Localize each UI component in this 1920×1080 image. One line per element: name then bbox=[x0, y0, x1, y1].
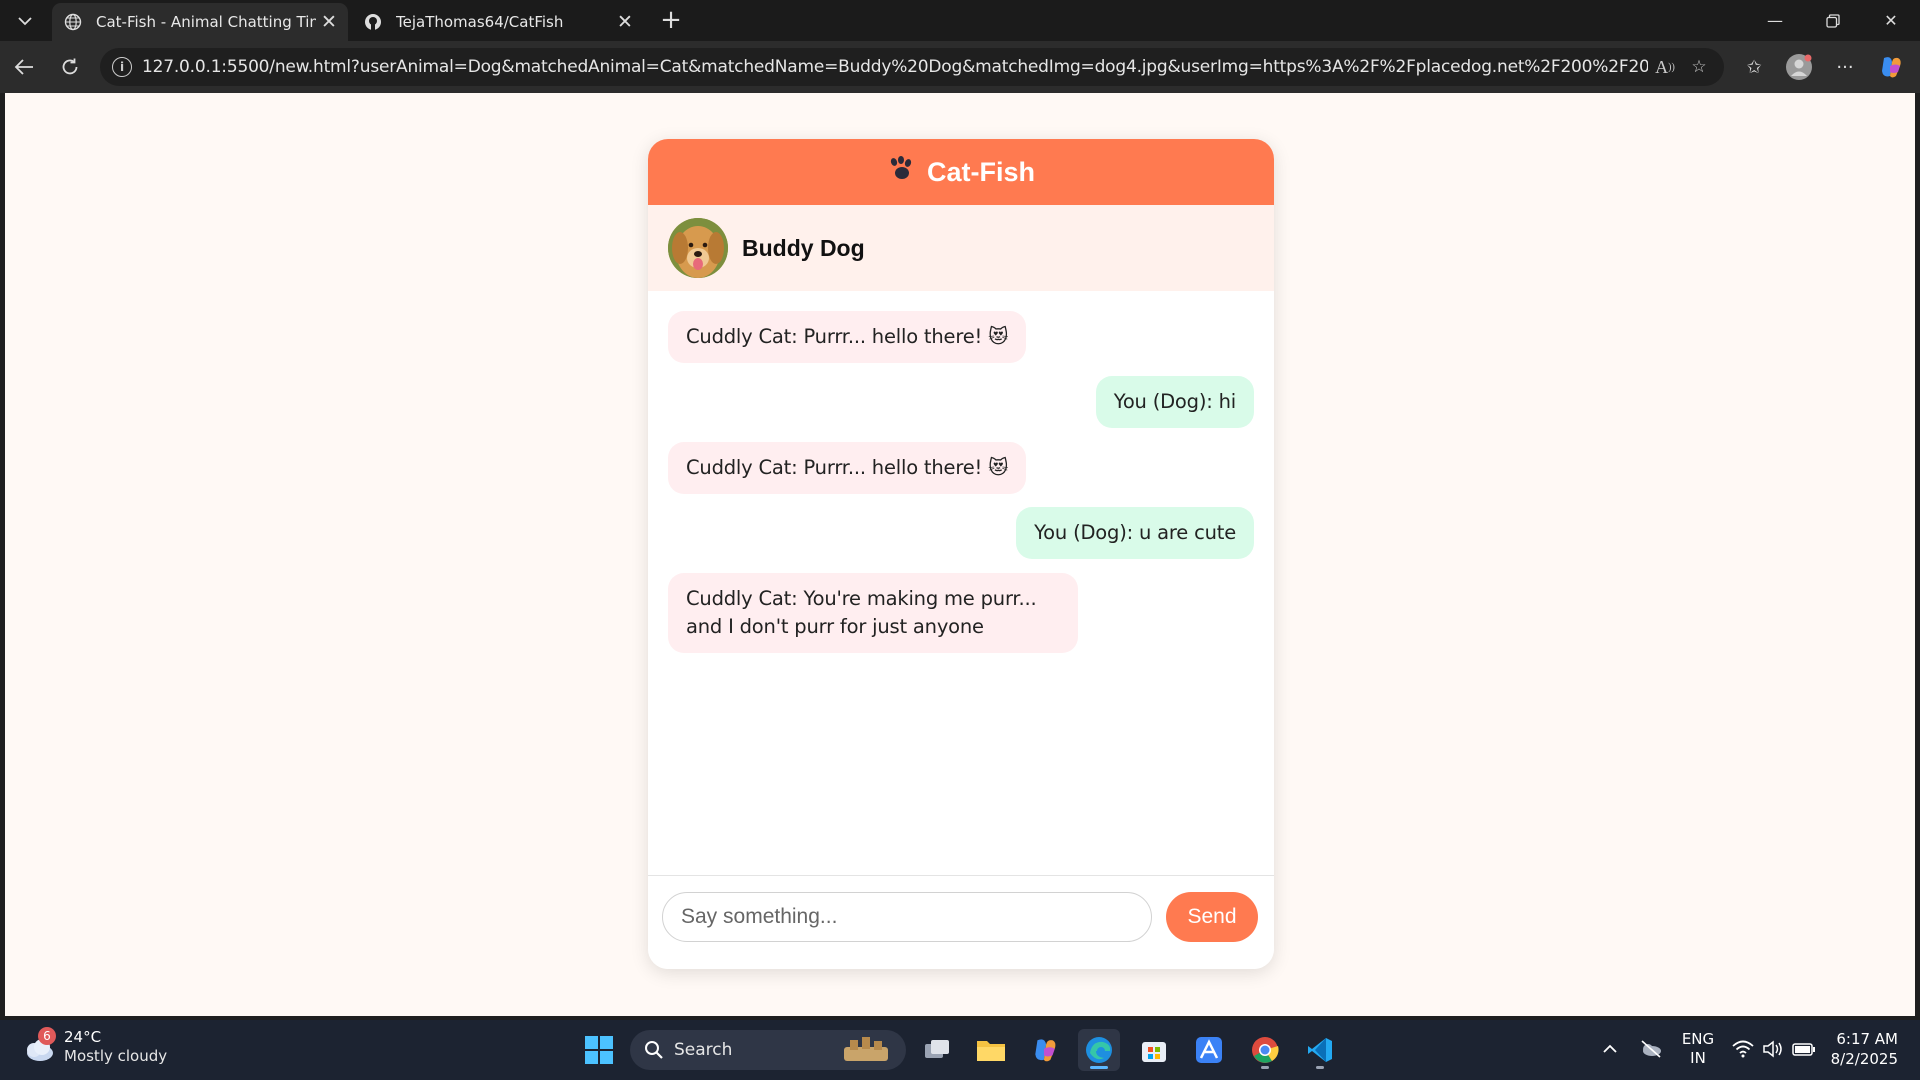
refresh-button[interactable] bbox=[52, 49, 88, 85]
copilot-app-icon[interactable] bbox=[1024, 1029, 1066, 1071]
send-button[interactable]: Send bbox=[1166, 892, 1258, 942]
tab-actions-button[interactable] bbox=[8, 6, 42, 36]
app-header: Cat-Fish bbox=[648, 139, 1274, 205]
favorite-star-icon[interactable]: ☆ bbox=[1682, 50, 1716, 84]
github-icon bbox=[364, 13, 382, 31]
tab-title: TejaThomas64/CatFish bbox=[396, 13, 564, 31]
edge-icon[interactable] bbox=[1078, 1029, 1120, 1071]
back-arrow-icon bbox=[14, 59, 33, 75]
search-icon bbox=[645, 1041, 663, 1059]
running-app-indicator bbox=[1316, 1066, 1324, 1069]
url-text: 127.0.0.1:5500/new.html?userAnimal=Dog&m… bbox=[142, 57, 1648, 77]
app-title: Cat-Fish bbox=[927, 156, 1035, 187]
taskbar: 6 24°C Mostly cloudy Search ENG IN 6:17 … bbox=[0, 1020, 1920, 1080]
favorites-icon[interactable]: ✩ bbox=[1737, 50, 1771, 84]
volume-icon[interactable] bbox=[1760, 1036, 1786, 1062]
message-bubble-received: Cuddly Cat: Purrr... hello there! 😻 bbox=[668, 442, 1027, 494]
browser-toolbar: i 127.0.0.1:5500/new.html?userAnimal=Dog… bbox=[0, 41, 1920, 93]
read-aloud-icon[interactable]: A)) bbox=[1648, 50, 1682, 84]
show-hidden-icons-chevron-up-icon[interactable] bbox=[1598, 1034, 1622, 1064]
temperature: 24°C bbox=[64, 1028, 102, 1046]
chat-card: Cat-Fish Buddy Dog Cuddly Cat: Purrr... … bbox=[648, 139, 1274, 969]
azure-data-studio-icon[interactable] bbox=[1188, 1029, 1230, 1071]
address-bar[interactable]: i 127.0.0.1:5500/new.html?userAnimal=Dog… bbox=[100, 48, 1724, 86]
browser-tab-bar: Cat-Fish - Animal Chatting Tin ✕ TejaTho… bbox=[0, 0, 1920, 41]
onedrive-offline-icon[interactable] bbox=[1636, 1034, 1666, 1064]
new-tab-button[interactable]: + bbox=[656, 5, 686, 35]
date: 8/2/2025 bbox=[1830, 1050, 1898, 1068]
back-button[interactable] bbox=[6, 49, 42, 85]
match-avatar bbox=[668, 218, 728, 278]
restore-button[interactable] bbox=[1804, 0, 1862, 41]
tab-github[interactable]: TejaThomas64/CatFish ✕ bbox=[352, 3, 644, 41]
taskbar-search[interactable]: Search bbox=[630, 1030, 906, 1070]
close-tab-icon[interactable]: ✕ bbox=[316, 9, 342, 35]
message-composer: Send bbox=[648, 875, 1274, 969]
match-info: Buddy Dog bbox=[648, 205, 1274, 291]
start-button[interactable] bbox=[578, 1029, 620, 1071]
paw-icon bbox=[887, 155, 915, 189]
profile-icon bbox=[1786, 54, 1812, 80]
wifi-icon[interactable] bbox=[1730, 1036, 1756, 1062]
site-info-icon[interactable]: i bbox=[112, 57, 132, 77]
message-bubble-received: Cuddly Cat: You're making me purr... and… bbox=[668, 573, 1078, 653]
message-bubble-sent: You (Dog): hi bbox=[1095, 376, 1254, 428]
profile-avatar[interactable] bbox=[1782, 50, 1816, 84]
tab-title: Cat-Fish - Animal Chatting Tin bbox=[96, 13, 316, 31]
minimize-button[interactable]: — bbox=[1746, 0, 1804, 41]
windows-icon bbox=[585, 1036, 613, 1064]
weather-widget[interactable]: 6 24°C Mostly cloudy bbox=[20, 1027, 168, 1066]
weather-description: Mostly cloudy bbox=[64, 1047, 168, 1065]
file-explorer-icon[interactable] bbox=[970, 1029, 1012, 1071]
task-view-icon[interactable] bbox=[916, 1029, 958, 1071]
running-app-indicator bbox=[1261, 1066, 1269, 1069]
copilot-icon[interactable] bbox=[1874, 50, 1908, 84]
close-window-button[interactable]: ✕ bbox=[1862, 0, 1920, 41]
globe-icon bbox=[64, 13, 82, 31]
restore-icon bbox=[1826, 13, 1840, 28]
store-icon[interactable] bbox=[1133, 1029, 1175, 1071]
language-code: ENG bbox=[1681, 1030, 1715, 1048]
message-input[interactable] bbox=[662, 892, 1152, 942]
vscode-icon[interactable] bbox=[1299, 1029, 1341, 1071]
language-indicator[interactable]: ENG IN bbox=[1680, 1030, 1716, 1068]
clock[interactable]: 6:17 AM 8/2/2025 bbox=[1831, 1029, 1898, 1069]
close-tab-icon[interactable]: ✕ bbox=[612, 9, 638, 35]
weather-badge: 6 bbox=[38, 1027, 56, 1045]
match-name: Buddy Dog bbox=[742, 234, 865, 261]
search-label: Search bbox=[674, 1040, 733, 1060]
search-highlight-icon bbox=[844, 1037, 888, 1061]
message-list: Cuddly Cat: Purrr... hello there! 😻 You … bbox=[648, 291, 1274, 875]
cloud-icon: 6 bbox=[20, 1027, 56, 1065]
refresh-icon bbox=[62, 58, 78, 75]
region-code: IN bbox=[1690, 1049, 1706, 1067]
more-options-icon[interactable]: ··· bbox=[1828, 50, 1862, 84]
message-bubble-received: Cuddly Cat: Purrr... hello there! 😻 bbox=[668, 311, 1027, 363]
time: 6:17 AM bbox=[1836, 1030, 1898, 1048]
tab-catfish[interactable]: Cat-Fish - Animal Chatting Tin ✕ bbox=[52, 3, 348, 41]
page-viewport: Cat-Fish Buddy Dog Cuddly Cat: Purrr... … bbox=[5, 93, 1915, 1016]
battery-icon[interactable] bbox=[1790, 1036, 1818, 1062]
chrome-icon[interactable] bbox=[1244, 1029, 1286, 1071]
active-app-indicator bbox=[1090, 1066, 1108, 1069]
chevron-down-icon bbox=[18, 17, 32, 26]
message-bubble-sent: You (Dog): u are cute bbox=[1016, 507, 1254, 559]
